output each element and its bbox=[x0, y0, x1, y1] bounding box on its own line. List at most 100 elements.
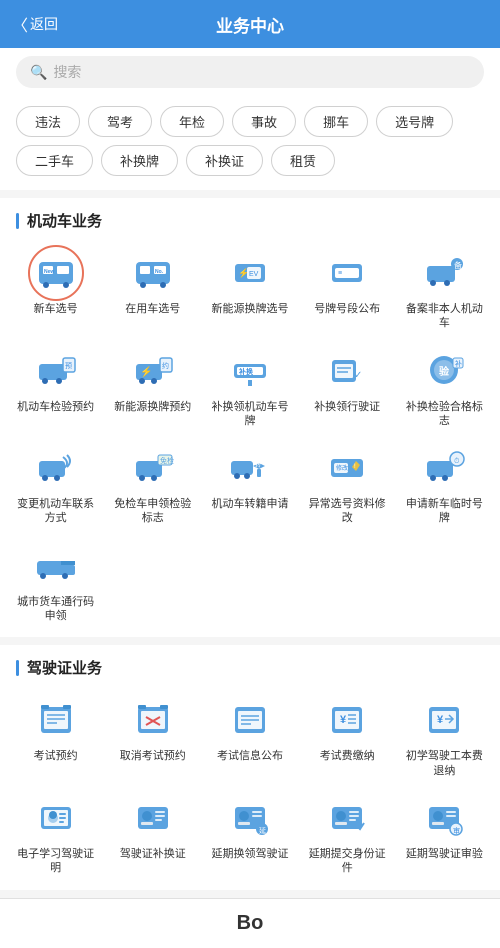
svg-text:补: 补 bbox=[455, 359, 462, 368]
tag-ershoushe[interactable]: 二手车 bbox=[16, 145, 93, 176]
tag-xuanhao[interactable]: 选号牌 bbox=[376, 106, 453, 137]
list-item[interactable]: ≡ 号牌号段公布 bbox=[300, 241, 395, 337]
list-item[interactable]: 补换 补换领机动车号牌 bbox=[202, 339, 297, 435]
change-contact-icon bbox=[35, 447, 77, 489]
search-placeholder: 搜索 bbox=[53, 62, 81, 82]
list-item[interactable]: 验 补 补换检验合格标志 bbox=[397, 339, 492, 435]
search-icon: 🔍 bbox=[30, 64, 47, 81]
svg-text:补换: 补换 bbox=[238, 367, 254, 376]
driver-grid: 考试预约 取消考试预约 bbox=[0, 688, 500, 881]
search-input[interactable]: 🔍 搜索 bbox=[16, 56, 484, 88]
tag-nuoche[interactable]: 挪车 bbox=[304, 106, 368, 137]
item-label: 号牌号段公布 bbox=[314, 302, 380, 316]
svg-text:✓: ✓ bbox=[354, 370, 362, 381]
motor-section-title: 机动车业务 bbox=[0, 210, 500, 241]
list-item[interactable]: 电子学习驾驶证明 bbox=[8, 786, 103, 882]
item-label: 免检车申领检验标志 bbox=[109, 497, 196, 526]
chevron-left-icon: 〈 bbox=[12, 12, 28, 36]
motor-grid: New 新车选号 No. 在用车选号 bbox=[0, 241, 500, 629]
backup-car-icon: 备 bbox=[423, 252, 465, 294]
svg-text:⏱: ⏱ bbox=[454, 457, 460, 465]
item-label: 变更机动车联系方式 bbox=[12, 497, 99, 526]
item-label: 补换检验合格标志 bbox=[401, 400, 488, 429]
list-item[interactable]: 免检 免检车申领检验标志 bbox=[105, 436, 200, 532]
motor-section: 机动车业务 New 新车选号 bbox=[0, 198, 500, 637]
tag-jiakao[interactable]: 驾考 bbox=[88, 106, 152, 137]
item-label: 取消考试预约 bbox=[120, 749, 186, 763]
list-item[interactable]: 备 备案非本人机动车 bbox=[397, 241, 492, 337]
tag-nianjian[interactable]: 年检 bbox=[160, 106, 224, 137]
list-item[interactable]: 延期提交身份证件 bbox=[300, 786, 395, 882]
new-car-icon: New bbox=[35, 252, 77, 294]
page-title: 业务中心 bbox=[216, 12, 284, 37]
replace-license-icon: ✓ bbox=[326, 350, 368, 392]
replace-dl-icon bbox=[132, 797, 174, 839]
item-label: 新能源换牌预约 bbox=[114, 400, 191, 414]
item-label: 考试信息公布 bbox=[217, 749, 283, 763]
list-item[interactable]: ¥ 初学驾驶工本费退纳 bbox=[397, 688, 492, 784]
temp-plate-icon: ⏱ bbox=[423, 447, 465, 489]
list-item[interactable]: 预 机动车检验预约 bbox=[8, 339, 103, 435]
item-label: 延期驾驶证审验 bbox=[406, 847, 483, 861]
svg-text:验: 验 bbox=[439, 365, 450, 378]
exam-info-icon bbox=[229, 699, 271, 741]
svg-text:审: 审 bbox=[453, 826, 460, 835]
item-label: 城市货车通行码申领 bbox=[12, 595, 99, 624]
item-label: 备案非本人机动车 bbox=[401, 302, 488, 331]
car-check-icon: 预 bbox=[35, 350, 77, 392]
app-header: 〈 返回 业务中心 bbox=[0, 0, 500, 48]
list-item[interactable]: 修改 ! 异常选号资料修改 bbox=[300, 436, 395, 532]
list-item[interactable]: ⚡ EV 新能源换牌选号 bbox=[202, 241, 297, 337]
list-item[interactable]: 转 机动车转籍申请 bbox=[202, 436, 297, 532]
list-item[interactable]: New 新车选号 bbox=[8, 241, 103, 337]
svg-text:≡: ≡ bbox=[338, 270, 342, 277]
list-item[interactable]: 考试预约 bbox=[8, 688, 103, 784]
list-item[interactable]: ⚡ 约 新能源换牌预约 bbox=[105, 339, 200, 435]
tag-shigu[interactable]: 事故 bbox=[232, 106, 296, 137]
svg-text:修改: 修改 bbox=[336, 464, 348, 472]
quick-tags-section: 违法 驾考 年检 事故 挪车 选号牌 二手车 补换牌 补换证 租赁 bbox=[0, 96, 500, 190]
extend-id-icon bbox=[326, 797, 368, 839]
svg-text:⚡: ⚡ bbox=[140, 365, 152, 378]
list-item[interactable]: ✓ 补换领行驶证 bbox=[300, 339, 395, 435]
back-button[interactable]: 〈 返回 bbox=[12, 12, 58, 36]
list-item[interactable]: 审 延期驾驶证审验 bbox=[397, 786, 492, 882]
svg-text:免检: 免检 bbox=[160, 456, 174, 465]
item-label: 机动车转籍申请 bbox=[211, 497, 288, 511]
list-item[interactable]: 驾驶证补换证 bbox=[105, 786, 200, 882]
back-label: 返回 bbox=[30, 14, 58, 34]
used-car-icon: No. bbox=[132, 252, 174, 294]
tag-buhuan-zheng[interactable]: 补换证 bbox=[186, 145, 263, 176]
tag-weifa[interactable]: 违法 bbox=[16, 106, 80, 137]
item-label: 异常选号资料修改 bbox=[304, 497, 391, 526]
bottom-text: Bo bbox=[237, 912, 264, 935]
tag-zulin[interactable]: 租赁 bbox=[271, 145, 335, 176]
list-item[interactable]: ¥ 考试费缴纳 bbox=[300, 688, 395, 784]
list-item[interactable]: 变更机动车联系方式 bbox=[8, 436, 103, 532]
fee-refund-icon: ¥ bbox=[423, 699, 465, 741]
item-label: 驾驶证补换证 bbox=[120, 847, 186, 861]
list-item[interactable]: 城市货车通行码申领 bbox=[8, 534, 103, 630]
list-item[interactable]: No. 在用车选号 bbox=[105, 241, 200, 337]
list-item[interactable]: 考试信息公布 bbox=[202, 688, 297, 784]
item-label: 考试费缴纳 bbox=[320, 749, 375, 763]
list-item[interactable]: 取消考试预约 bbox=[105, 688, 200, 784]
extend-audit-icon: 审 bbox=[423, 797, 465, 839]
tag-buhuan-pai[interactable]: 补换牌 bbox=[101, 145, 178, 176]
cancel-exam-icon bbox=[132, 699, 174, 741]
svg-text:转: 转 bbox=[255, 461, 261, 469]
item-label: 补换领行驶证 bbox=[314, 400, 380, 414]
item-label: 机动车检验预约 bbox=[17, 400, 94, 414]
transfer-icon: 转 bbox=[229, 447, 271, 489]
truck-code-icon bbox=[35, 545, 77, 587]
bottom-bar: Bo bbox=[0, 898, 500, 948]
driver-section-title: 驾驶证业务 bbox=[0, 657, 500, 688]
item-label: 考试预约 bbox=[34, 749, 78, 763]
item-label: 延期提交身份证件 bbox=[304, 847, 391, 876]
exam-appt-icon bbox=[35, 699, 77, 741]
list-item[interactable]: 延 延期换领驾驶证 bbox=[202, 786, 297, 882]
driver-section: 驾驶证业务 考试预约 bbox=[0, 645, 500, 889]
svg-text:¥: ¥ bbox=[437, 714, 444, 726]
list-item[interactable]: ⏱ 申请新车临时号牌 bbox=[397, 436, 492, 532]
item-label: 在用车选号 bbox=[125, 302, 180, 316]
